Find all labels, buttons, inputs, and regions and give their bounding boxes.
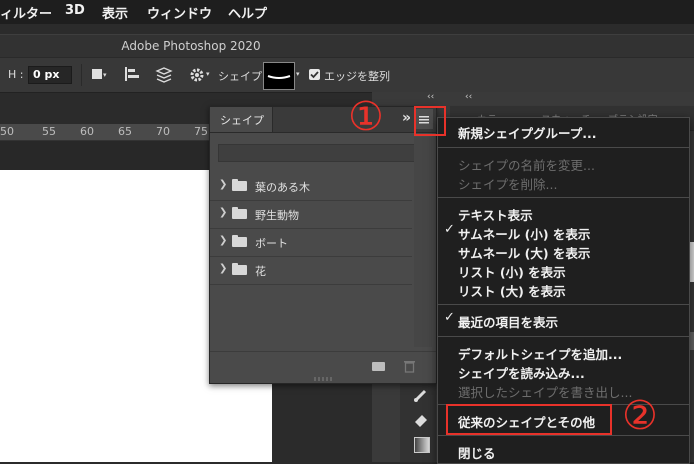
annotation-highlight-legacy-shapes	[446, 404, 612, 435]
annotation-step-2: ②	[622, 393, 658, 439]
menu-item-text-view[interactable]: テキスト表示	[458, 205, 533, 224]
shape-dropdown-icon[interactable]: ▾	[296, 70, 300, 78]
checkmark-icon: ✓	[444, 222, 455, 237]
menu-item-rename-shape: シェイプの名前を変更...	[458, 158, 595, 173]
ruler-tick: 75	[194, 125, 208, 138]
tab-shapes-label: シェイプ	[220, 114, 264, 127]
menu-item-close[interactable]: 閉じる	[458, 443, 496, 462]
path-alignment-icon[interactable]	[124, 66, 140, 82]
menu-item-small-list[interactable]: リスト (小) を表示	[458, 262, 566, 281]
shape-picker[interactable]	[263, 62, 295, 90]
chevron-right-icon[interactable]: ❯	[219, 263, 227, 274]
ruler-tick: 50	[0, 125, 14, 138]
eraser-tool-icon[interactable]	[413, 412, 429, 428]
shape-group-label: 野生動物	[255, 209, 299, 222]
shape-group-label: 葉のある木	[255, 181, 310, 194]
ruler-tick: 70	[156, 125, 170, 138]
h-input[interactable]: 0 px	[28, 66, 72, 84]
menu-separator	[438, 336, 689, 337]
annotation-step-1: ①	[348, 94, 384, 140]
path-operations-dropdown-icon[interactable]: ▾	[103, 71, 107, 79]
options-bar: H : 0 px ▾ ▾ シェイプ : ▾ エッジを整列	[0, 57, 694, 93]
shapes-panel: シェイプ » ❯ 葉のある木 ❯ 野生動物 ❯ ボート ❯ 花	[209, 106, 437, 384]
horizontal-ruler: 50 55 60 65 70 75	[0, 124, 210, 141]
shape-label: シェイプ :	[218, 70, 270, 83]
ruler-tick: 60	[80, 125, 94, 138]
shape-group-label: 花	[255, 265, 266, 278]
path-arrangement-icon[interactable]	[155, 66, 173, 84]
collapse-dock-icon[interactable]: ‹‹	[465, 92, 472, 102]
shape-group-flowers[interactable]: ❯ 花	[210, 257, 412, 285]
menu-separator	[438, 197, 689, 198]
shape-group-trees[interactable]: ❯ 葉のある木	[210, 173, 412, 201]
new-group-folder-icon[interactable]	[372, 362, 385, 371]
checkmark-icon: ✓	[444, 310, 455, 325]
folder-icon	[232, 263, 247, 275]
shapes-panel-tabbar: シェイプ »	[210, 107, 436, 133]
path-operations-icon[interactable]	[92, 69, 102, 79]
shape-group-boats[interactable]: ❯ ボート	[210, 229, 412, 257]
panel-resize-grip[interactable]	[314, 377, 334, 381]
folder-icon	[232, 235, 247, 247]
menu-item-large-thumbnail[interactable]: サムネール (大) を表示	[458, 243, 590, 262]
window-titlebar: Adobe Photoshop 2020	[0, 34, 694, 57]
menu-item-delete-shape: シェイプを削除...	[458, 177, 558, 192]
expand-panel-icon[interactable]: »	[402, 110, 411, 126]
menu-window[interactable]: ウィンドウ	[147, 3, 212, 22]
shapes-search-input[interactable]	[218, 144, 430, 162]
brush-tool-icon[interactable]	[413, 387, 429, 403]
menubar: ィルター 3D 表示 ウィンドウ ヘルプ	[0, 0, 694, 24]
h-value: 0 px	[33, 68, 60, 81]
menu-filter[interactable]: ィルター	[0, 3, 52, 22]
align-edges-label: エッジを整列	[324, 70, 390, 83]
canvas-pasteboard	[0, 141, 210, 170]
menu-item-large-list[interactable]: リスト (大) を表示	[458, 281, 566, 300]
chevron-right-icon[interactable]: ❯	[219, 235, 227, 246]
ruler-tick: 65	[118, 125, 132, 138]
chevron-right-icon[interactable]: ❯	[219, 207, 227, 218]
menu-item-export-selected-shapes: 選択したシェイプを書き出し...	[458, 385, 633, 400]
menu-item-show-recent[interactable]: 最近の項目を表示	[458, 312, 558, 331]
menu-separator	[438, 147, 689, 148]
chevron-right-icon[interactable]: ❯	[219, 179, 227, 190]
collapse-dock-icon[interactable]: ‹‹	[427, 92, 434, 102]
gradient-tool-icon[interactable]	[414, 437, 430, 453]
menu-help[interactable]: ヘルプ	[228, 3, 267, 22]
divider	[81, 64, 82, 86]
menu-separator	[438, 304, 689, 305]
folder-icon	[232, 179, 247, 191]
tab-shapes[interactable]: シェイプ	[210, 107, 273, 132]
window-title: Adobe Photoshop 2020	[121, 39, 261, 53]
h-label: H :	[8, 68, 24, 81]
ruler-tick: 55	[42, 125, 56, 138]
menu-3d[interactable]: 3D	[65, 3, 85, 18]
menu-item-small-thumbnail[interactable]: サムネール (小) を表示	[458, 224, 590, 243]
trash-icon[interactable]	[403, 359, 416, 373]
menu-item-add-default-shapes[interactable]: デフォルトシェイプを追加...	[458, 344, 622, 363]
panel-scrollbar[interactable]	[414, 137, 432, 347]
menu-item-new-shape-group[interactable]: 新規シェイプグループ...	[458, 123, 597, 142]
menu-view[interactable]: 表示	[102, 3, 128, 22]
menu-item-import-shapes[interactable]: シェイプを読み込み...	[458, 363, 585, 382]
annotation-highlight-menu-button	[414, 106, 446, 136]
folder-icon	[232, 207, 247, 219]
gear-icon[interactable]	[189, 67, 205, 83]
gear-dropdown-icon[interactable]: ▾	[206, 70, 210, 78]
align-edges-checkbox[interactable]	[309, 69, 320, 80]
shape-group-label: ボート	[255, 237, 288, 250]
shape-group-wild-animals[interactable]: ❯ 野生動物	[210, 201, 412, 229]
